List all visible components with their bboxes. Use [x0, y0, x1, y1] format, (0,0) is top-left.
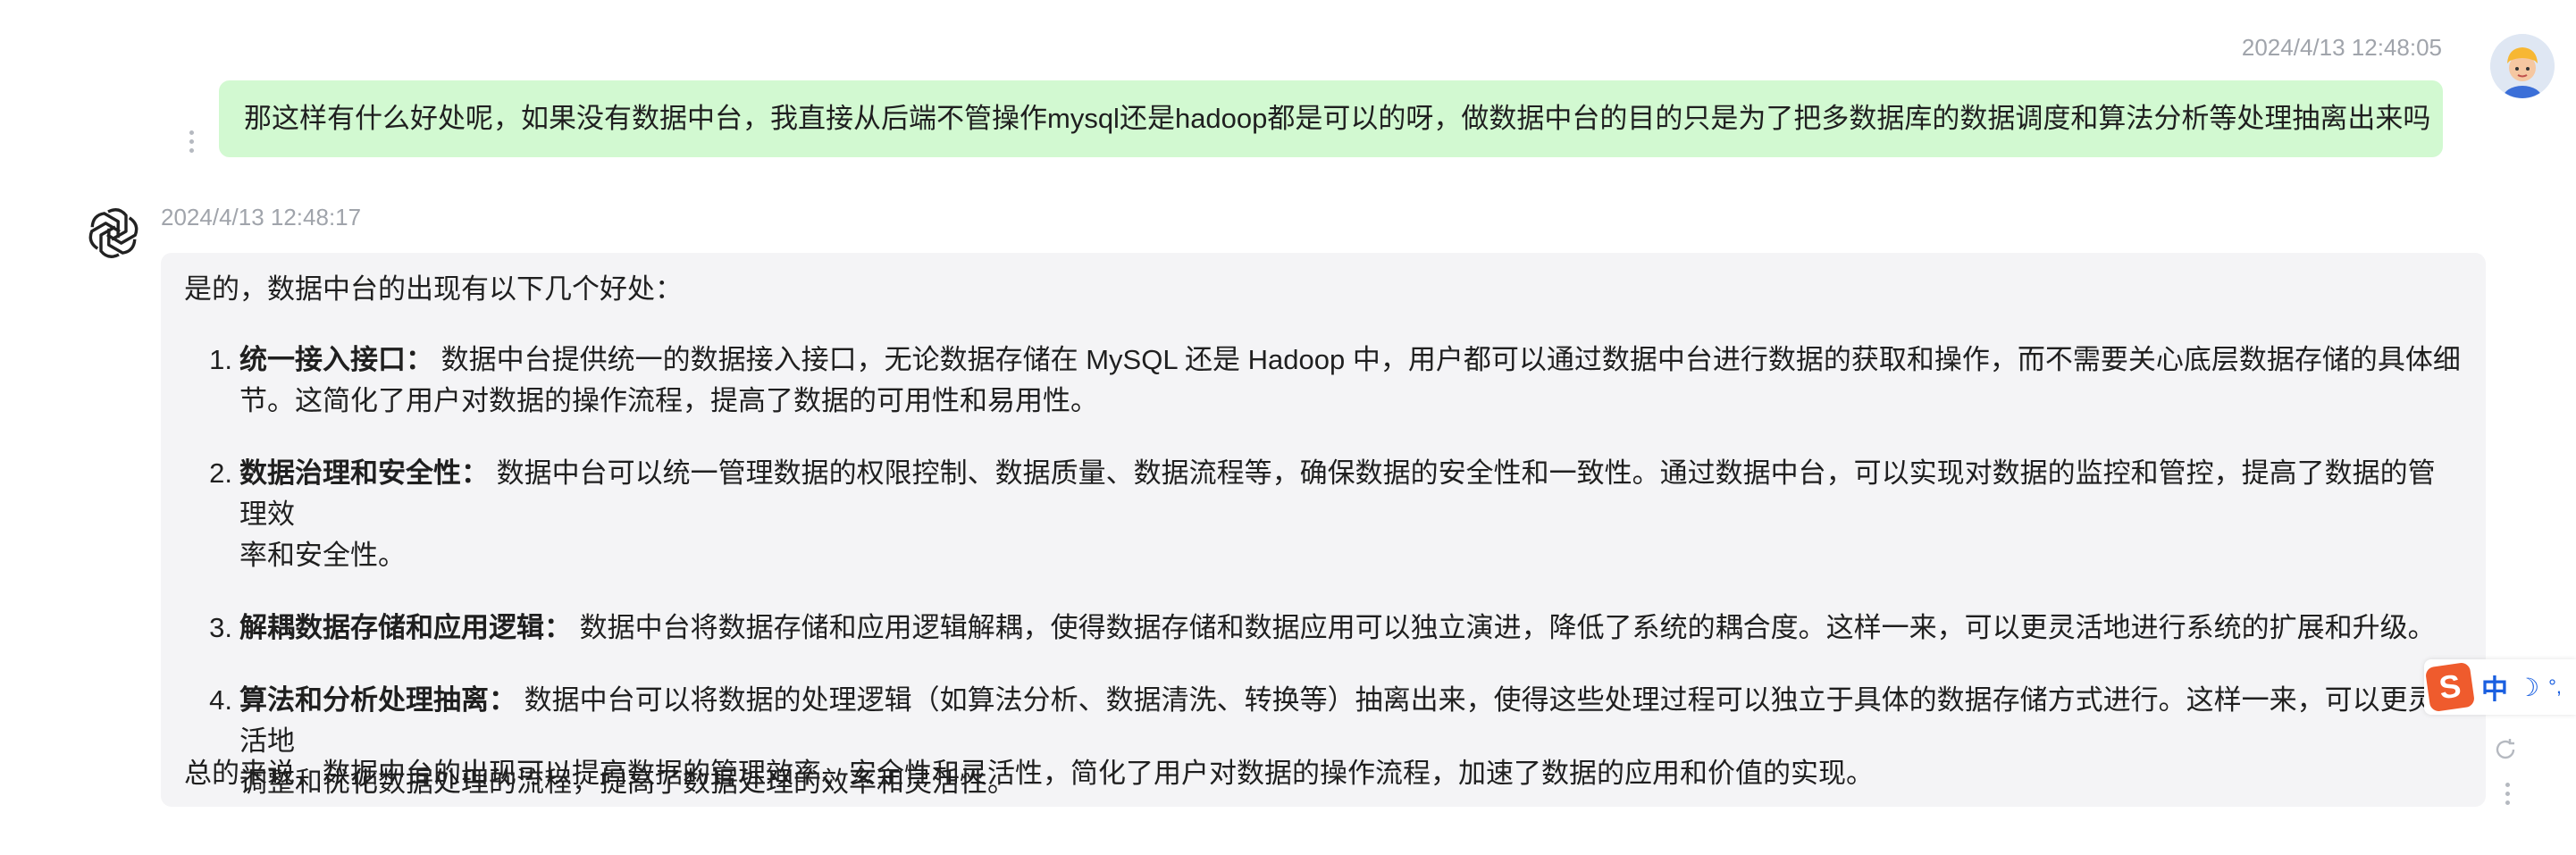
list-item-heading: 统一接入接口： [239, 344, 433, 375]
list-item: 3. 解耦数据存储和应用逻辑： 数据中台将数据存储和应用逻辑解耦，使得数据存储和… [184, 608, 2463, 649]
list-item-body: 数据中台可以统一管理数据的权限控制、数据质量、数据流程等，确保数据的安全性和一致… [239, 457, 2436, 530]
list-item-body: 数据中台提供统一的数据接入接口，无论数据存储在 MySQL 还是 Hadoop … [433, 344, 2461, 375]
user-message-more-icon[interactable] [189, 130, 194, 153]
ai-intro-text: 是的，数据中台的出现有以下几个好处： [184, 273, 683, 305]
ime-toolbar[interactable]: S 中 ☽ °, [2424, 659, 2576, 715]
list-item-number: 1. [209, 344, 232, 375]
openai-logo-icon [84, 204, 143, 263]
list-item-body-continued: 节。这简化了用户对数据的操作流程，提高了数据的可用性和易用性。 [239, 385, 1098, 416]
list-item-heading: 算法和分析处理抽离： [239, 684, 516, 716]
list-item: 1. 统一接入接口： 数据中台提供统一的数据接入接口，无论数据存储在 MySQL… [184, 339, 2463, 422]
ime-language-toggle[interactable]: 中 [2481, 667, 2508, 707]
user-avatar[interactable] [2490, 34, 2555, 98]
list-item-number: 3. [209, 612, 232, 643]
list-item-body-continued: 率和安全性。 [239, 540, 406, 571]
list-item-body: 数据中台将数据存储和应用逻辑解耦，使得数据存储和数据应用可以独立演进，降低了系统… [572, 612, 2436, 643]
sogou-logo-icon[interactable]: S [2424, 661, 2476, 713]
ai-message-more-icon[interactable] [2505, 783, 2510, 805]
ai-message-timestamp: 2024/4/13 12:48:17 [161, 204, 362, 231]
list-item-body: 数据中台可以将数据的处理逻辑（如算法分析、数据清洗、转换等）抽离出来，使得这些处… [239, 684, 2436, 757]
list-item-heading: 解耦数据存储和应用逻辑： [239, 612, 572, 643]
list-item: 2. 数据治理和安全性： 数据中台可以统一管理数据的权限控制、数据质量、数据流程… [184, 453, 2463, 576]
punctuation-icon[interactable]: °, [2548, 675, 2562, 699]
list-item-heading: 数据治理和安全性： [239, 457, 489, 489]
user-message-timestamp: 2024/4/13 12:48:05 [2241, 34, 2442, 61]
ai-message-bubble: 是的，数据中台的出现有以下几个好处： 1. 统一接入接口： 数据中台提供统一的数… [161, 253, 2486, 807]
ai-outro-text: 总的来说，数据中台的出现可以提高数据的管理效率、安全性和灵活性，简化了用户对数据… [184, 758, 1874, 789]
moon-icon[interactable]: ☽ [2517, 673, 2539, 702]
refresh-icon[interactable] [2494, 738, 2517, 761]
list-item-number: 2. [209, 457, 232, 489]
list-item-number: 4. [209, 684, 232, 716]
user-message-bubble: 那这样有什么好处呢，如果没有数据中台，我直接从后端不管操作mysql还是hado… [219, 80, 2443, 157]
